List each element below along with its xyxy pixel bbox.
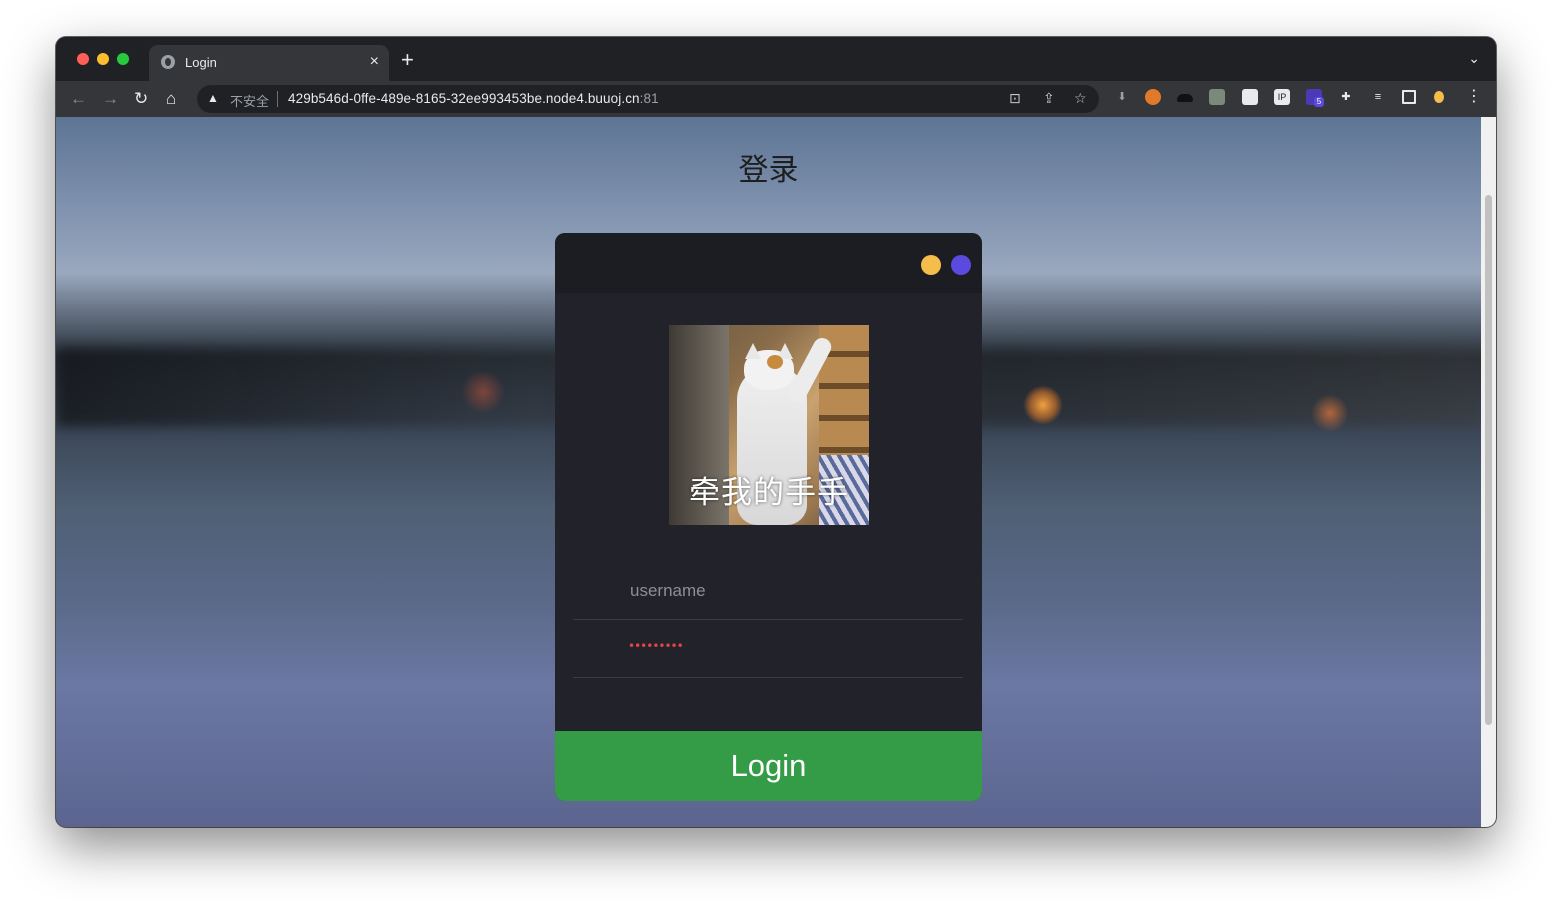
extension-hat-icon[interactable] [1177, 94, 1193, 102]
url-host: 429b546d-0ffe-489e-8165-32ee993453be.nod… [288, 91, 640, 106]
cat-patch [767, 355, 783, 369]
purple-dot-icon [951, 255, 971, 275]
vertical-scrollbar[interactable] [1481, 117, 1496, 827]
more-menu-icon[interactable]: ⋮ [1466, 89, 1482, 105]
extension-puzzle-green-icon[interactable] [1209, 89, 1225, 105]
background-light [1311, 394, 1349, 432]
card-header [555, 233, 982, 293]
share-icon[interactable]: ⇪ [1043, 90, 1055, 107]
tab-strip: Login × + ⌄ [56, 37, 1496, 81]
side-panel-icon[interactable] [1402, 90, 1416, 104]
new-tab-button[interactable]: + [401, 49, 414, 71]
download-icon[interactable]: ⬇ [1114, 89, 1130, 105]
scrollbar-thumb[interactable] [1485, 195, 1492, 725]
reload-icon[interactable]: ↻ [134, 88, 148, 110]
login-button[interactable]: Login [555, 731, 982, 801]
tab-login[interactable]: Login × [149, 45, 389, 81]
warning-icon[interactable]: ▲ [207, 91, 219, 105]
tab-title: Login [185, 55, 217, 70]
extension-badge-icon[interactable]: 5 [1306, 89, 1324, 107]
close-window-button[interactable] [77, 53, 89, 65]
browser-toolbar: ← → ↻ ⌂ ▲ 不安全 429b546d-0ffe-489e-8165-32… [56, 81, 1496, 117]
avatar-caption: 牵我的手手 [689, 475, 849, 511]
background-light [1023, 385, 1063, 425]
extensions-puzzle-icon[interactable]: ✚ [1338, 89, 1354, 105]
bookmark-star-icon[interactable]: ☆ [1074, 90, 1087, 107]
tab-close-icon[interactable]: × [370, 52, 379, 72]
security-label[interactable]: 不安全 [230, 91, 269, 110]
back-arrow-icon[interactable]: ← [70, 88, 87, 110]
password-input[interactable]: ••••••••• [628, 639, 684, 653]
browser-window: Login × + ⌄ ← → ↻ ⌂ ▲ 不安全 429b546d-0ffe-… [56, 37, 1496, 827]
username-input[interactable] [628, 577, 952, 605]
url-port: :81 [639, 91, 659, 106]
translate-icon[interactable]: ⊡ [1009, 90, 1021, 107]
globe-icon [161, 55, 175, 69]
url-text[interactable]: 429b546d-0ffe-489e-8165-32ee993453be.nod… [288, 91, 659, 106]
background-light [461, 370, 505, 414]
page-viewport: 登录 牵我的手手 ••••••••• [56, 117, 1496, 827]
home-icon[interactable]: ⌂ [166, 88, 176, 110]
address-bar[interactable]: ▲ 不安全 429b546d-0ffe-489e-8165-32ee993453… [197, 85, 1099, 113]
cat-ear [745, 343, 761, 359]
divider [277, 91, 278, 107]
yellow-dot-icon [921, 255, 941, 275]
extension-cookie-icon[interactable] [1145, 89, 1161, 105]
profile-avatar-icon[interactable] [1434, 91, 1444, 103]
extension-badge-count: 5 [1314, 97, 1324, 107]
username-field[interactable] [573, 563, 963, 620]
minimize-window-button[interactable] [97, 53, 109, 65]
login-card: 牵我的手手 ••••••••• Login [555, 233, 982, 801]
maximize-window-button[interactable] [117, 53, 129, 65]
password-field[interactable]: ••••••••• [573, 621, 963, 678]
reading-list-icon[interactable]: ≡ [1370, 89, 1386, 105]
forward-arrow-icon[interactable]: → [102, 88, 119, 110]
avatar-image: 牵我的手手 [669, 325, 869, 525]
extension-ip-icon[interactable]: IP [1274, 89, 1290, 105]
page-title: 登录 [738, 153, 799, 188]
tab-search-chevron-icon[interactable]: ⌄ [1468, 50, 1480, 67]
extension-ninja-icon[interactable] [1242, 89, 1258, 105]
